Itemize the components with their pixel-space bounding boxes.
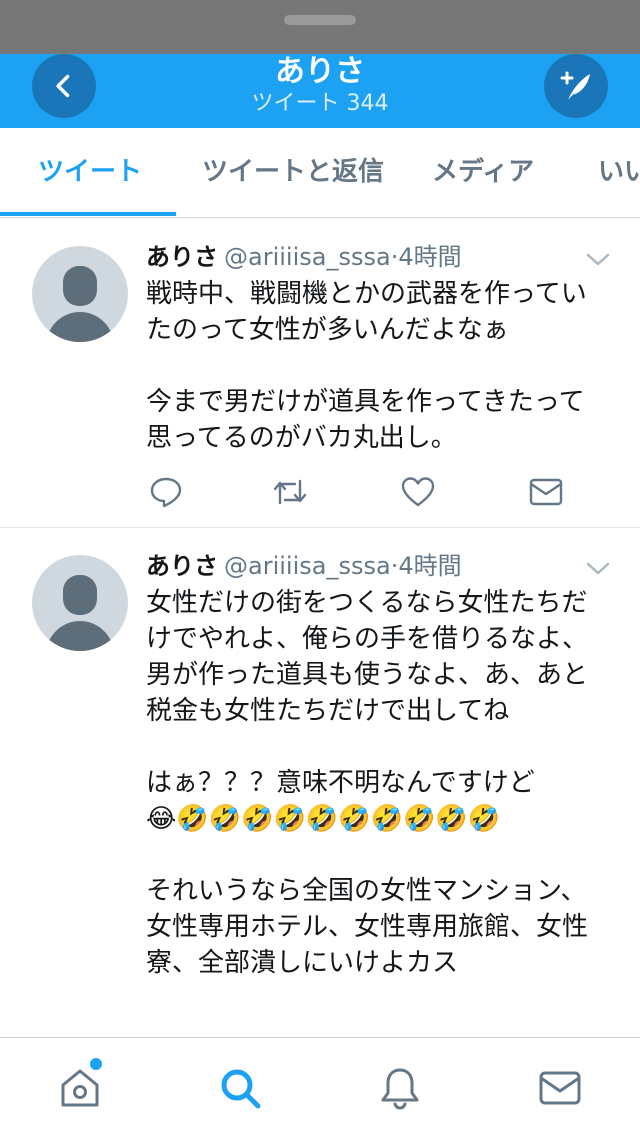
like-button[interactable]	[398, 472, 438, 512]
search-icon	[221, 1069, 261, 1109]
profile-tabs: ツイート ツイートと返信 メディア いい	[0, 128, 640, 218]
reply-button[interactable]	[146, 472, 186, 512]
tab-likes[interactable]: いい	[598, 128, 640, 216]
tab-tweets-and-replies[interactable]: ツイートと返信	[202, 128, 384, 216]
tweet-author-name[interactable]: ありさ	[146, 243, 218, 271]
nav-search[interactable]	[214, 1062, 266, 1114]
chevron-down-icon	[586, 253, 610, 266]
sheet-grabber[interactable]	[284, 15, 356, 25]
tweet-author-handle[interactable]: @ariiiisa_sssa	[224, 243, 391, 271]
tweet-options-button[interactable]	[584, 559, 612, 583]
tweet-author-handle[interactable]: @ariiiisa_sssa	[224, 552, 391, 580]
reply-icon	[150, 477, 182, 508]
profile-header: ありさ ツイート 344	[0, 54, 640, 128]
nav-home[interactable]	[54, 1062, 106, 1114]
tweet-card[interactable]: ありさ @ariiiisa_sssa·4時間 戦時中、戦闘機とかの武器を作っていた…	[0, 220, 640, 528]
bottom-tab-bar	[0, 1037, 640, 1136]
tweet-actions	[146, 472, 576, 512]
avatar[interactable]	[32, 246, 128, 342]
tweet-options-button[interactable]	[584, 250, 612, 274]
envelope-icon	[529, 478, 563, 506]
tweet-author-name[interactable]: ありさ	[146, 552, 218, 580]
tab-tweets[interactable]: ツイート	[38, 128, 142, 216]
nav-messages[interactable]	[534, 1062, 586, 1114]
tweet-meta: ありさ @ariiiisa_sssa·4時間	[146, 549, 462, 583]
compose-tweet-button[interactable]	[544, 54, 608, 118]
tweet-count: ツイート 344	[251, 91, 389, 116]
compose-feather-icon	[560, 71, 590, 100]
home-icon	[61, 1069, 99, 1107]
tweet-card[interactable]: ありさ @ariiiisa_sssa·4時間 女性だけの街をつくるなら女性たちだけ…	[0, 529, 640, 1037]
chevron-down-icon	[586, 562, 610, 575]
tweet-timestamp[interactable]: 4時間	[398, 552, 461, 580]
retweet-button[interactable]	[270, 472, 310, 512]
avatar[interactable]	[32, 555, 128, 651]
nav-notifications[interactable]	[374, 1062, 426, 1114]
heart-icon	[401, 477, 435, 507]
status-strip	[0, 0, 640, 54]
direct-message-button[interactable]	[526, 472, 566, 512]
bell-icon	[381, 1068, 419, 1110]
tab-media[interactable]: メディア	[432, 128, 534, 216]
tweet-text: 戦時中、戦闘機とかの武器を作っていたのって女性が多いんだよなぁ 今まで男だけが道…	[146, 279, 587, 453]
home-notification-dot	[90, 1058, 102, 1070]
active-tab-indicator	[0, 212, 176, 216]
tweet-text: 女性だけの街をつくるなら女性たちだけでやれよ、俺らの手を借りるなよ、男が作った道…	[146, 588, 589, 978]
tweet-timestamp[interactable]: 4時間	[398, 243, 461, 271]
tweet-meta: ありさ @ariiiisa_sssa·4時間	[146, 240, 462, 274]
mail-icon	[539, 1071, 581, 1105]
retweet-icon	[273, 479, 307, 505]
